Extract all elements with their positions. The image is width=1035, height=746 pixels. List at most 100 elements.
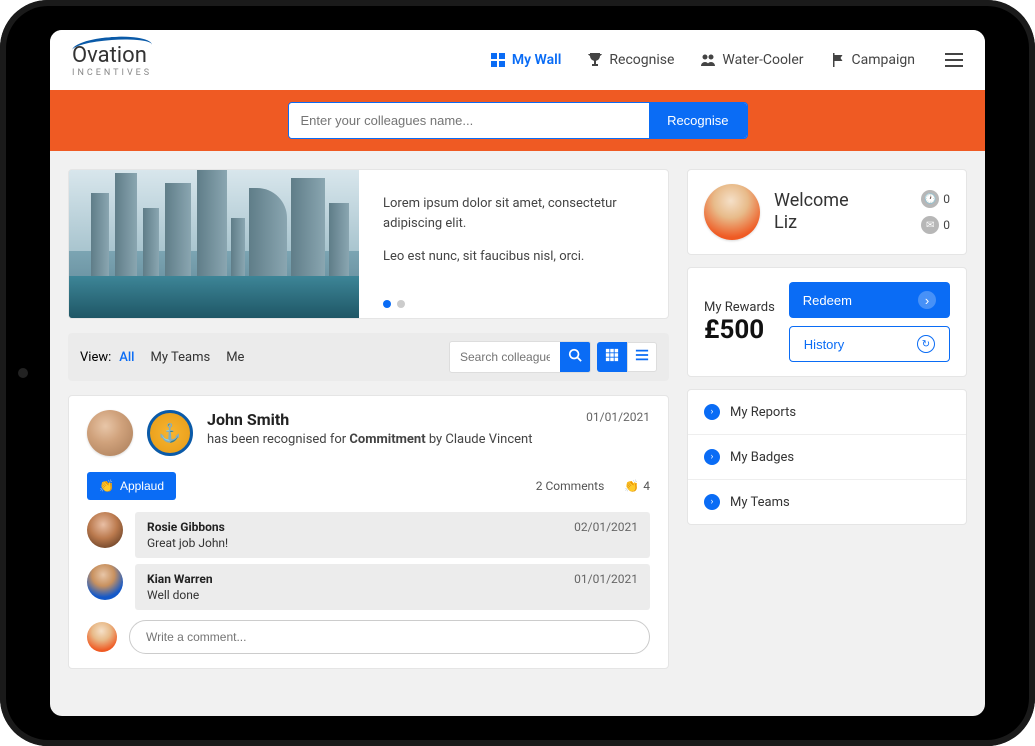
people-icon — [700, 52, 716, 68]
comment-avatar — [87, 512, 123, 548]
rewards-info: My Rewards £500 — [704, 300, 775, 345]
rewards-label: My Rewards — [704, 300, 775, 315]
rewards-amount: £500 — [704, 315, 775, 345]
flag-icon — [830, 52, 846, 68]
history-button[interactable]: History ↻ — [789, 326, 950, 362]
filter-tab-my-teams[interactable]: My Teams — [151, 350, 211, 365]
tablet-frame: Ovation INCENTIVES My Wall Recognise Wat… — [0, 0, 1035, 746]
welcome-card: Welcome Liz 🕐 0 ✉ 0 — [687, 169, 967, 255]
applaud-count-icon: 👏 — [624, 479, 639, 493]
comment-author: Rosie Gibbons — [147, 520, 225, 534]
brand-tagline: INCENTIVES — [72, 68, 152, 78]
top-bar: Ovation INCENTIVES My Wall Recognise Wat… — [50, 30, 985, 90]
comment-row: Rosie Gibbons 02/01/2021 Great job John! — [87, 512, 650, 558]
nav-label: My Wall — [512, 52, 562, 68]
nav-my-wall[interactable]: My Wall — [490, 52, 562, 68]
write-comment-input[interactable] — [129, 620, 650, 654]
carousel-dot-2[interactable] — [397, 300, 405, 308]
view-grid-button[interactable] — [597, 342, 627, 372]
quick-links: › My Reports › My Badges › My Teams — [687, 389, 967, 525]
search-button[interactable] — [560, 342, 590, 372]
recognise-button[interactable]: Recognise — [649, 103, 746, 138]
hero-image — [69, 170, 359, 318]
clock-count: 0 — [943, 192, 950, 206]
link-label: My Reports — [730, 405, 796, 420]
filter-tab-all[interactable]: All — [119, 350, 134, 365]
recognise-input[interactable] — [289, 103, 650, 138]
hero-card: Lorem ipsum dolor sit amet, consectetur … — [68, 169, 669, 319]
hero-line-1: Lorem ipsum dolor sit amet, consectetur … — [383, 194, 644, 233]
menu-button[interactable] — [945, 53, 963, 67]
filter-label: View: — [80, 350, 111, 365]
list-view-icon — [635, 348, 649, 366]
history-icon: ↻ — [917, 335, 935, 353]
post-pre: has been recognised for — [207, 432, 349, 447]
comment-box: Rosie Gibbons 02/01/2021 Great job John! — [135, 512, 650, 558]
post-actions: 👏 Applaud 2 Comments 👏 4 — [87, 472, 650, 500]
post-post: by Claude Vincent — [426, 432, 533, 447]
post-subtitle: has been recognised for Commitment by Cl… — [207, 432, 572, 447]
profile-avatar — [704, 184, 760, 240]
post-value: Commitment — [349, 432, 425, 447]
filter-right — [449, 341, 657, 373]
main-column: Lorem ipsum dolor sit amet, consectetur … — [68, 169, 669, 669]
nav-recognise[interactable]: Recognise — [587, 52, 674, 68]
applaud-label: Applaud — [120, 479, 164, 493]
filter-bar: View: All My Teams Me — [68, 333, 669, 381]
clock-stat[interactable]: 🕐 0 — [921, 190, 950, 208]
recognise-bar: Recognise — [50, 90, 985, 151]
nav-campaign[interactable]: Campaign — [830, 52, 915, 68]
chevron-right-icon: › — [918, 291, 936, 309]
view-list-button[interactable] — [627, 342, 657, 372]
main-nav: My Wall Recognise Water-Cooler Campaign — [490, 52, 963, 68]
search-icon — [568, 348, 582, 366]
notification-stats: 🕐 0 ✉ 0 — [921, 190, 950, 234]
my-avatar — [87, 622, 117, 652]
link-label: My Badges — [730, 450, 794, 465]
write-comment-row — [87, 620, 650, 654]
post-header: ⚓ John Smith has been recognised for Com… — [87, 410, 650, 456]
comment-avatar — [87, 564, 123, 600]
brand-name: Ovation — [72, 43, 152, 68]
link-my-teams[interactable]: › My Teams — [688, 479, 966, 524]
nav-label: Campaign — [852, 52, 915, 68]
clock-icon: 🕐 — [921, 190, 939, 208]
link-my-badges[interactable]: › My Badges — [688, 434, 966, 479]
side-column: Welcome Liz 🕐 0 ✉ 0 — [687, 169, 967, 669]
link-my-reports[interactable]: › My Reports — [688, 390, 966, 434]
post-body: John Smith has been recognised for Commi… — [207, 410, 572, 447]
chevron-right-icon: › — [704, 449, 720, 465]
rewards-buttons: Redeem › History ↻ — [789, 282, 950, 362]
grid-icon — [490, 52, 506, 68]
welcome-text: Welcome Liz — [774, 190, 849, 233]
comments-list: Rosie Gibbons 02/01/2021 Great job John!… — [87, 512, 650, 610]
post-author-avatar — [87, 410, 133, 456]
filter-tab-me[interactable]: Me — [226, 350, 244, 365]
post-badge-icon: ⚓ — [147, 410, 193, 456]
hero-text: Lorem ipsum dolor sit amet, consectetur … — [359, 170, 668, 318]
applaud-count: 4 — [643, 479, 650, 493]
post-author-name: John Smith — [207, 410, 572, 429]
comment-author: Kian Warren — [147, 572, 213, 586]
applaud-button[interactable]: 👏 Applaud — [87, 472, 176, 500]
comment-text: Well done — [147, 588, 638, 602]
comment-box: Kian Warren 01/01/2021 Well done — [135, 564, 650, 610]
redeem-label: Redeem — [803, 293, 852, 308]
nav-water-cooler[interactable]: Water-Cooler — [700, 52, 803, 68]
app-screen: Ovation INCENTIVES My Wall Recognise Wat… — [50, 30, 985, 716]
mail-count: 0 — [943, 218, 950, 232]
comments-count[interactable]: 2 Comments — [536, 479, 605, 493]
trophy-icon — [587, 52, 603, 68]
search-colleagues-input[interactable] — [450, 343, 560, 371]
camera-dot — [18, 368, 28, 378]
history-label: History — [804, 337, 844, 352]
carousel-dots — [383, 300, 644, 308]
post-date: 01/01/2021 — [586, 410, 650, 424]
carousel-dot-1[interactable] — [383, 300, 391, 308]
comment-text: Great job John! — [147, 536, 638, 550]
mail-icon: ✉ — [921, 216, 939, 234]
welcome-name: Liz — [774, 212, 849, 234]
mail-stat[interactable]: ✉ 0 — [921, 216, 950, 234]
filter-tabs: All My Teams Me — [119, 350, 244, 365]
redeem-button[interactable]: Redeem › — [789, 282, 950, 318]
